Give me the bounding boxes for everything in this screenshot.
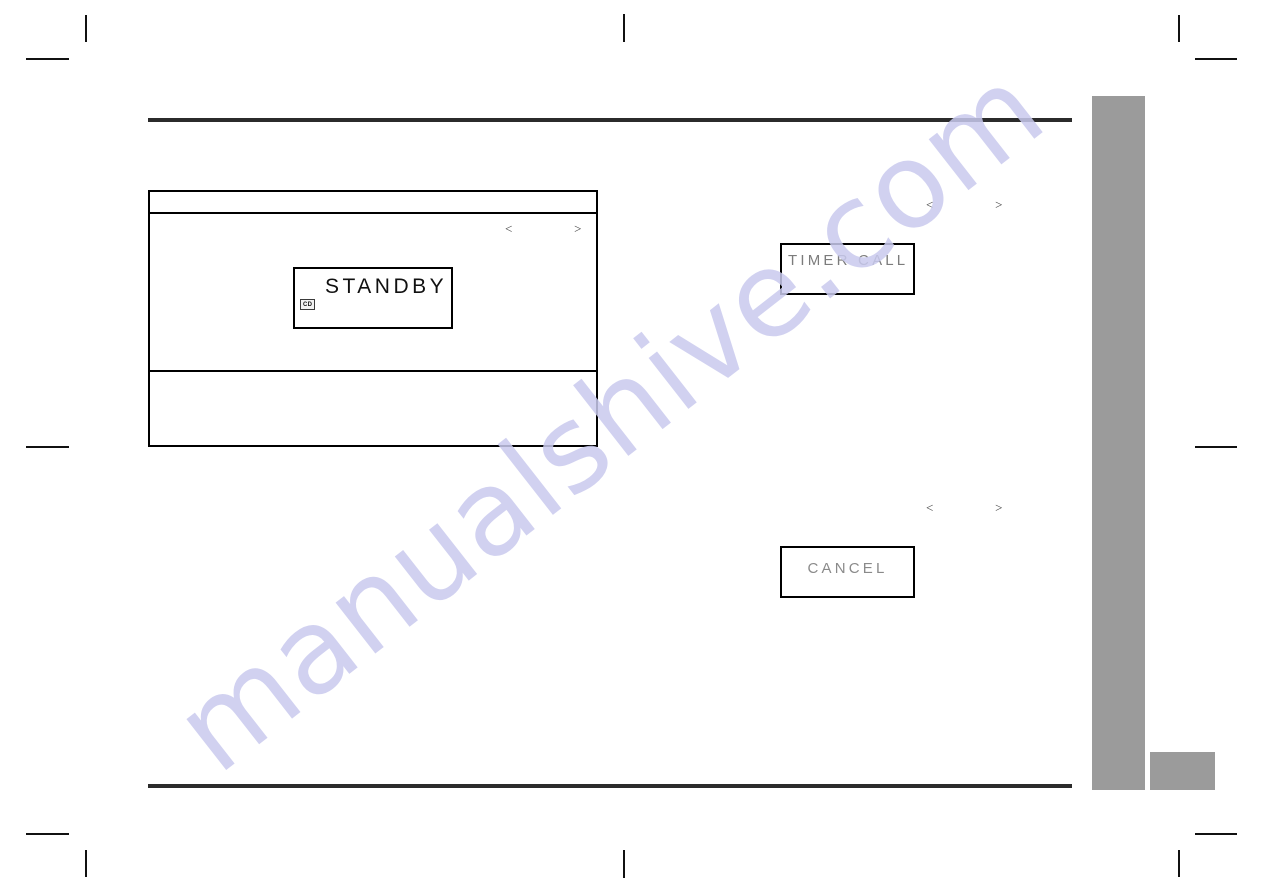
crop-mark-middle-left [26,446,69,448]
standby-display: STANDBY CD [293,267,453,329]
crop-mark-bottom-left-horizontal [26,833,69,835]
cd-indicator-badge: CD [300,299,316,310]
crop-mark-bottom-right-vertical [1178,850,1180,877]
panel-divider-bottom [150,370,596,372]
header-rule [148,118,1072,122]
crop-mark-top-center [623,14,625,42]
page-number-tab [1150,752,1215,790]
timer-call-chevron-marker: < > [926,197,1016,212]
cancel-display-text: CANCEL [807,560,888,577]
left-figure-chevron-marker: < > [505,221,595,236]
standby-display-text: STANDBY [325,275,448,298]
panel-divider-top [150,212,596,214]
scanned-manual-page: < > STANDBY CD < > TIMER CALL < > CANCEL… [0,0,1263,893]
crop-mark-bottom-right-horizontal [1195,833,1237,835]
crop-mark-bottom-center [623,850,625,878]
timer-call-display-text: TIMER CALL [788,252,909,269]
crop-mark-top-left-horizontal [26,58,69,60]
timer-call-display: TIMER CALL [780,243,915,295]
crop-mark-middle-right [1195,446,1237,448]
crop-mark-top-left-vertical [85,15,87,42]
crop-mark-top-right-horizontal [1195,58,1237,60]
crop-mark-bottom-left-vertical [85,850,87,877]
footer-rule [148,784,1072,788]
crop-mark-top-right-vertical [1178,15,1180,42]
cancel-display: CANCEL [780,546,915,598]
cancel-chevron-marker: < > [926,500,1016,515]
chapter-thumb-index-tab [1092,96,1145,790]
